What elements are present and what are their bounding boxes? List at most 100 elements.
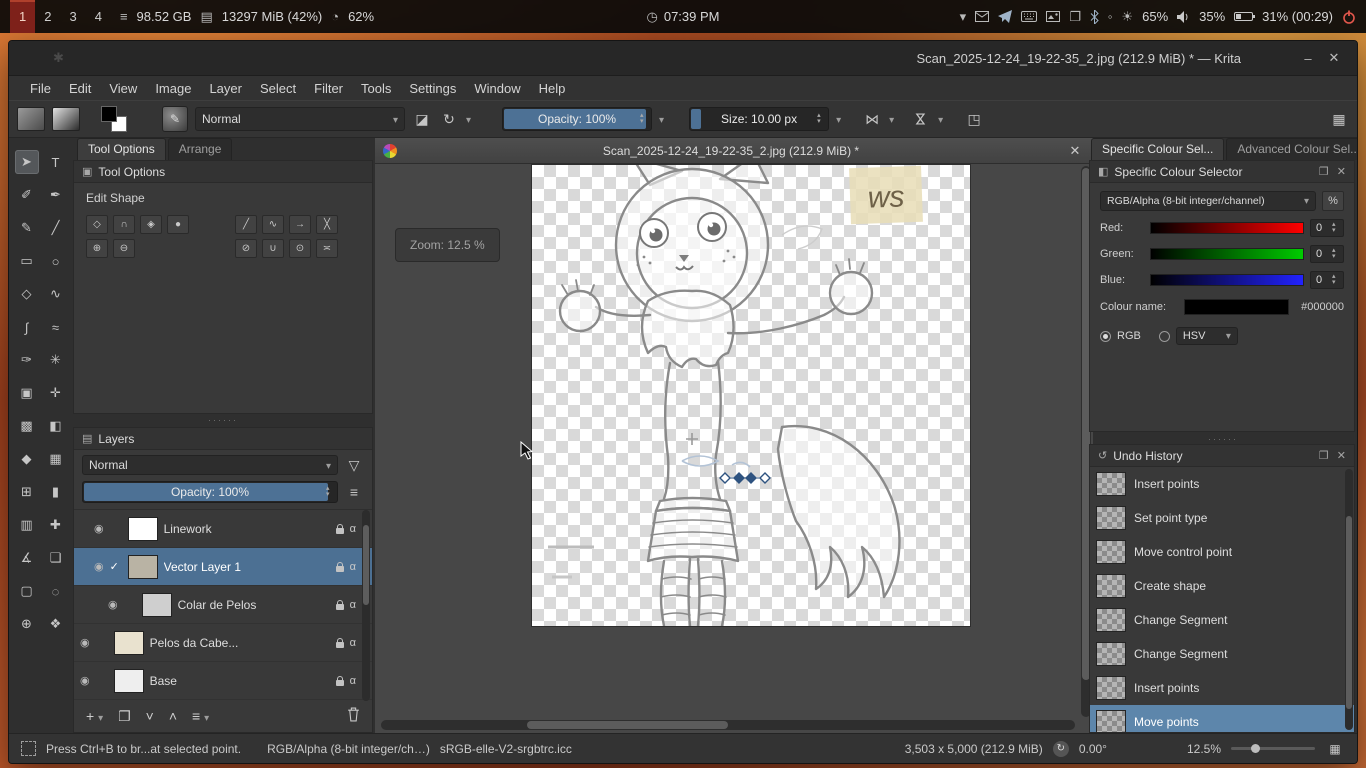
undo-history-title[interactable]: ↺ Undo History ❐ ✕ [1090, 445, 1354, 467]
menu-item[interactable]: Select [251, 79, 305, 98]
document-subwindow-titlebar[interactable]: Scan_2025-12-24_19-22-35_2.jpg (212.9 Mi… [375, 138, 1093, 164]
calligraphy-tool[interactable]: ✒ [44, 183, 68, 207]
alpha-lock-icon[interactable]: α [350, 599, 356, 611]
layer-name[interactable]: Linework [164, 522, 330, 536]
menu-item[interactable]: Window [465, 79, 529, 98]
menu-item[interactable]: Edit [60, 79, 100, 98]
add-layer-button[interactable]: + [86, 708, 103, 724]
reload-preset-button[interactable]: ↻ [439, 107, 459, 131]
layer-thumbnail[interactable] [128, 555, 158, 579]
menu-item[interactable]: View [100, 79, 146, 98]
image-icon[interactable] [1046, 11, 1060, 22]
menu-item[interactable]: Tools [352, 79, 400, 98]
layer-visibility-icon[interactable]: ◉ [108, 598, 118, 611]
layers-docker-title[interactable]: ▤ Layers [74, 428, 372, 450]
mail-icon[interactable] [975, 11, 989, 22]
dock-tab[interactable]: Specific Colour Sel... [1091, 138, 1224, 160]
foreground-color-swatch[interactable] [101, 106, 117, 122]
text-tool[interactable]: T [44, 150, 68, 174]
red-channel-slider[interactable] [1150, 222, 1304, 234]
canvas-horizontal-scrollbar[interactable] [381, 720, 1075, 730]
layer-visibility-icon[interactable]: ◉ [80, 636, 90, 649]
alpha-lock-icon[interactable]: α [350, 561, 356, 573]
move-layer-up-button[interactable]: ˄ [169, 708, 177, 724]
power-icon[interactable] [1342, 10, 1356, 24]
move-layer-down-button[interactable]: ˅ [146, 708, 154, 724]
bluetooth-icon[interactable] [1090, 10, 1099, 24]
freehand-path-tool[interactable]: ≈ [44, 315, 68, 339]
alpha-lock-icon[interactable]: α [350, 637, 356, 649]
line-tool[interactable]: ╱ [44, 216, 68, 240]
freehand-brush-tool[interactable]: ✎ [15, 216, 39, 240]
spin-buttons[interactable] [1332, 247, 1341, 261]
workspace-button[interactable]: 4 [86, 0, 111, 33]
volume-icon[interactable] [1177, 11, 1190, 23]
break-segment-button[interactable]: ⊘ [235, 239, 257, 258]
close-docker-icon[interactable]: ✕ [1337, 449, 1346, 462]
rotation-value[interactable]: 0.00° [1079, 742, 1107, 756]
rectangle-tool[interactable]: ▭ [15, 249, 39, 273]
smart-patch-tool[interactable]: ⊞ [15, 480, 39, 504]
layer-opacity-slider[interactable]: Opacity: 100% [82, 481, 338, 503]
blending-mode-dropdown[interactable]: Normal [195, 107, 405, 131]
mirror-horizontal-button[interactable]: ⋈ [862, 107, 882, 131]
assistants-tool[interactable]: ✚ [44, 513, 68, 537]
hsv-dropdown[interactable]: HSV [1176, 327, 1238, 345]
layer-thumbnail[interactable] [128, 517, 158, 541]
snap-toggle-button[interactable]: ≍ [316, 239, 338, 258]
undo-history-item[interactable]: Insert points [1090, 671, 1354, 705]
layer-thumbnail[interactable] [114, 669, 144, 693]
gradient-tool[interactable]: ◧ [44, 414, 68, 438]
undo-history-item[interactable]: Set point type [1090, 501, 1354, 535]
layer-row[interactable]: ◉ ✓ Base α [74, 662, 372, 700]
multibrush-tool[interactable]: ✳ [44, 348, 68, 372]
float-docker-icon[interactable]: ❐ [1319, 165, 1329, 178]
chevron-down-icon[interactable] [836, 110, 841, 128]
blue-channel-slider[interactable] [1150, 274, 1304, 286]
opacity-slider[interactable]: Opacity: 100% [502, 107, 652, 131]
edit-shapes-tool[interactable]: ✐ [15, 183, 39, 207]
crop-tool[interactable]: ▩ [15, 414, 39, 438]
eraser-mode-button[interactable]: ◪ [412, 107, 432, 131]
hsv-radio[interactable] [1159, 331, 1170, 342]
network-icon[interactable]: ▾ [960, 9, 967, 25]
layer-visibility-icon[interactable]: ◉ [80, 674, 90, 687]
zoom-value[interactable]: 12.5% [1187, 742, 1221, 756]
pan-tool[interactable]: ❖ [44, 612, 68, 636]
rectangular-selection-tool[interactable]: ▢ [15, 579, 39, 603]
chevron-down-icon[interactable] [889, 110, 894, 128]
undo-history-item[interactable]: Insert points [1090, 467, 1354, 501]
symmetric-point-button[interactable]: ◈ [140, 215, 162, 234]
layer-blending-mode-dropdown[interactable]: Normal [82, 455, 338, 475]
mirror-vertical-button[interactable]: ⋈ [909, 109, 933, 129]
alpha-lock-icon[interactable]: α [350, 523, 356, 535]
lock-icon[interactable] [336, 680, 344, 686]
layer-row[interactable]: ◉ ✓ Pelos da Cabe... α [74, 624, 372, 662]
tool-options-title[interactable]: ▣ Tool Options [74, 161, 372, 183]
insert-point-button[interactable]: ⊕ [86, 239, 108, 258]
layer-row[interactable]: ◉ ✓ Linework α [74, 510, 372, 548]
workspace-chooser-button[interactable]: ▦ [1329, 107, 1349, 131]
layer-name[interactable]: Base [150, 674, 330, 688]
remove-point-button[interactable]: ⊖ [113, 239, 135, 258]
menu-item[interactable]: Settings [400, 79, 465, 98]
filter-layers-button[interactable]: ▽ [344, 453, 364, 477]
brightness-icon[interactable]: ☀ [1121, 9, 1133, 25]
undo-history-item[interactable]: Create shape [1090, 569, 1354, 603]
layer-row[interactable]: ◉ ✓ Colar de Pelos α [74, 586, 372, 624]
fill-tool[interactable]: ▮ [44, 480, 68, 504]
canvas[interactable]: ws [532, 165, 970, 626]
docker-drag-handle[interactable] [73, 415, 373, 425]
dock-tab[interactable]: Arrange [168, 138, 233, 160]
gradient-chooser[interactable] [17, 107, 45, 131]
reference-images-tool[interactable]: ❏ [44, 546, 68, 570]
delete-layer-button[interactable] [347, 707, 360, 725]
alpha-lock-icon[interactable]: α [350, 675, 356, 687]
spin-buttons[interactable] [1332, 221, 1341, 235]
line-point-button[interactable]: ● [167, 215, 189, 234]
lock-icon[interactable] [336, 604, 344, 610]
duplicate-layer-button[interactable]: ❐ [118, 708, 131, 725]
workspace-button[interactable]: 3 [60, 0, 85, 33]
chevron-down-icon[interactable] [466, 110, 471, 128]
spin-buttons[interactable] [817, 109, 826, 129]
